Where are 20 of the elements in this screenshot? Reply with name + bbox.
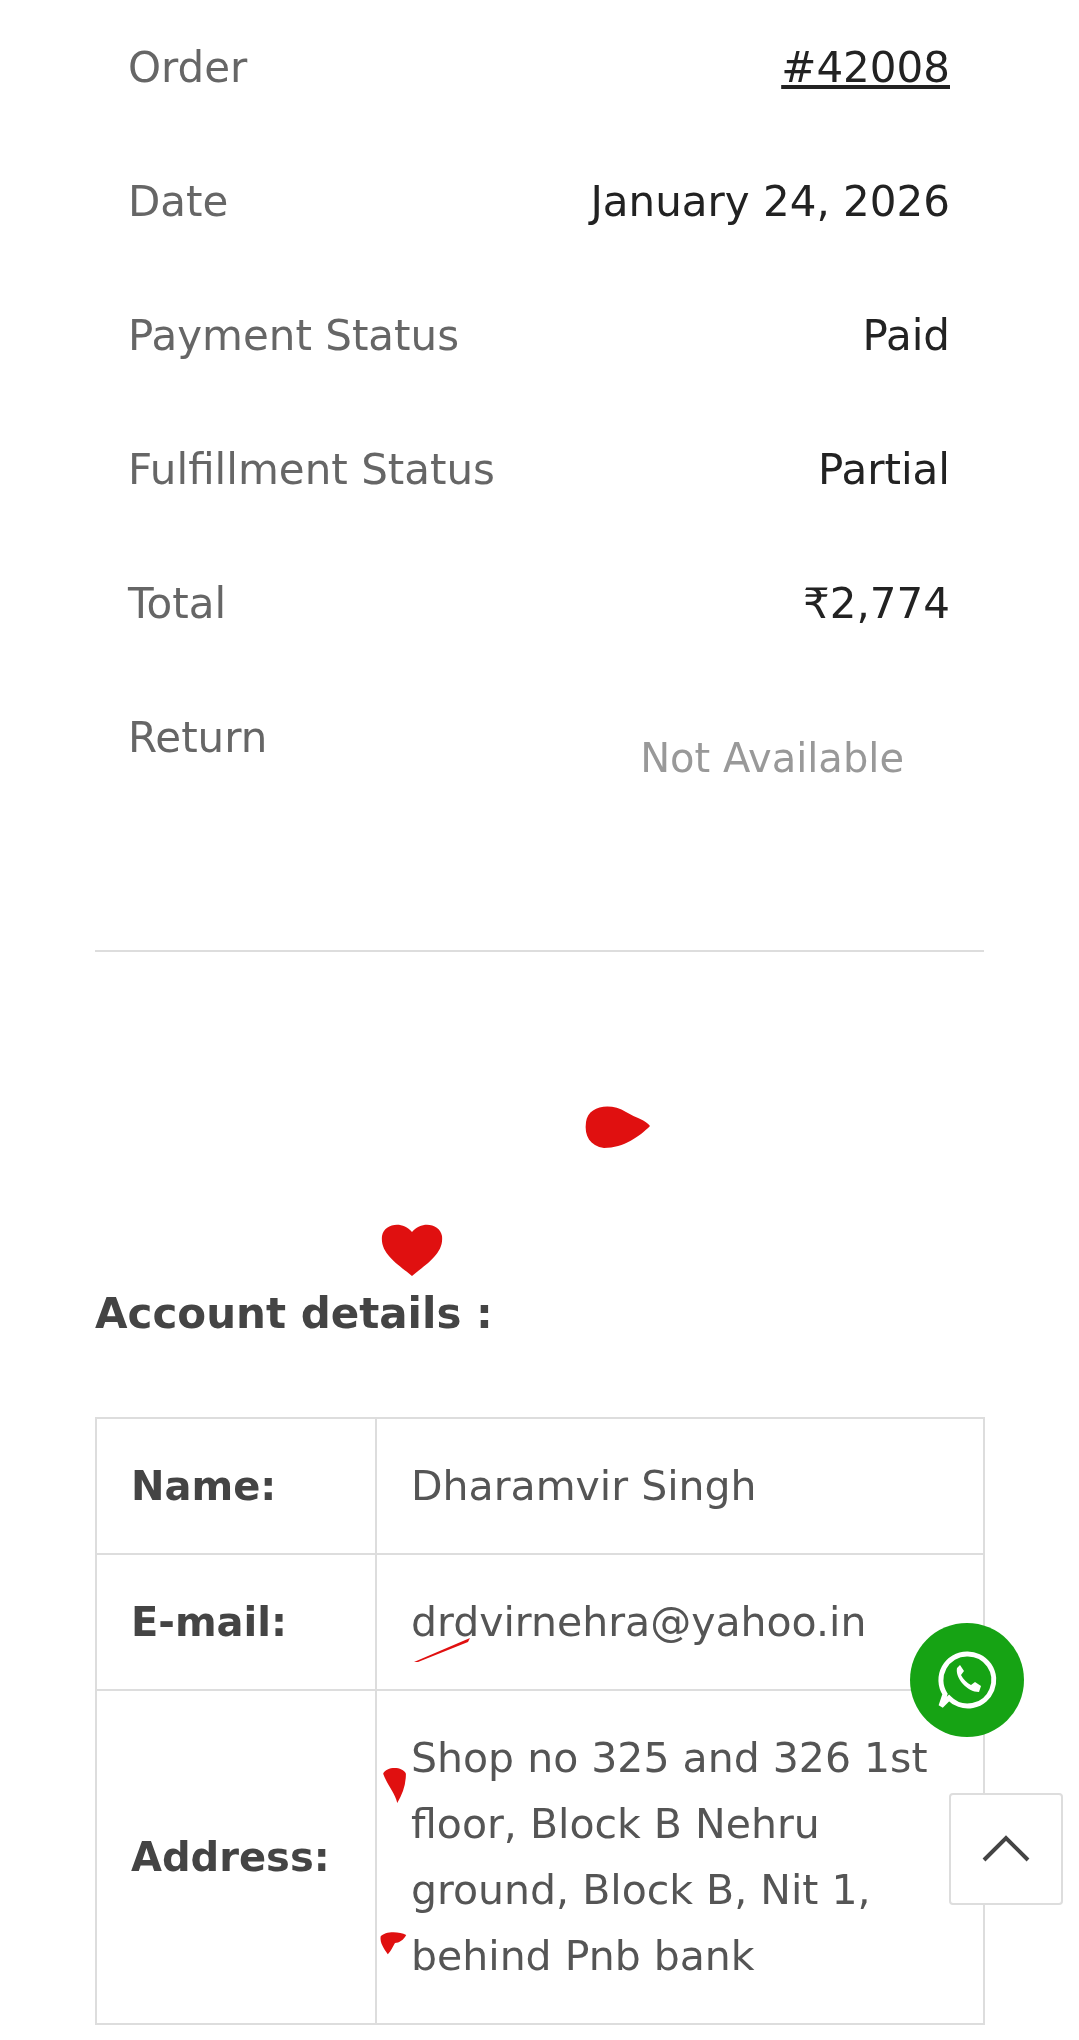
- table-cell: Dharamvir Singh: [376, 1418, 984, 1554]
- field-label: Date: [128, 176, 229, 228]
- petal-icon: [379, 1930, 407, 1956]
- field-value: Paid: [862, 310, 950, 362]
- scroll-top-button[interactable]: [949, 1793, 1063, 1905]
- field-value: Partial: [818, 444, 950, 496]
- field-label: Payment Status: [128, 310, 460, 362]
- table-header-cell: E-mail:: [96, 1554, 376, 1690]
- table-header-cell: Address:: [96, 1690, 376, 2024]
- field-value: January 24, 2026: [590, 176, 950, 228]
- table-header-cell: Name:: [96, 1418, 376, 1554]
- field-label: Fulfillment Status: [128, 444, 495, 496]
- section-heading: Account details :: [95, 1288, 494, 1340]
- field-value: Not Available: [640, 734, 904, 783]
- chevron-up-icon: [981, 1835, 1031, 1863]
- field-label: Total: [128, 578, 227, 630]
- field-label: Return: [128, 712, 268, 764]
- order-link[interactable]: #42008: [781, 40, 950, 96]
- field-value: ₹2,774: [803, 578, 950, 630]
- field-label: Order: [128, 42, 248, 94]
